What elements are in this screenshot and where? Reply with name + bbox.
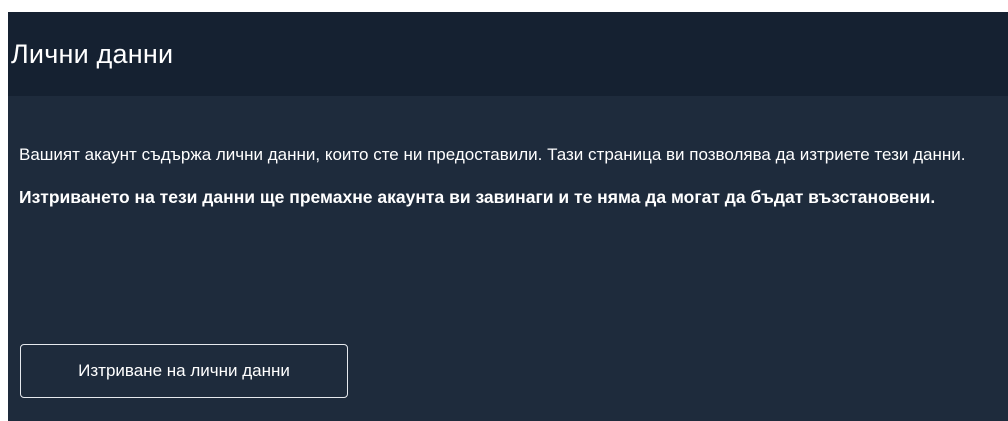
card-header: Лични данни: [8, 12, 1008, 96]
personal-data-card: Лични данни Вашият акаунт съдържа лични …: [8, 12, 1008, 421]
page-title: Лични данни: [11, 38, 174, 69]
intro-text: Вашият акаунт съдържа лични данни, които…: [19, 145, 966, 164]
delete-personal-data-button[interactable]: Изтриване на лични данни: [20, 344, 348, 398]
card-body: Вашият акаунт съдържа лични данни, които…: [8, 96, 998, 214]
warning-text: Изтриването на тези данни ще премахне ак…: [19, 187, 936, 207]
